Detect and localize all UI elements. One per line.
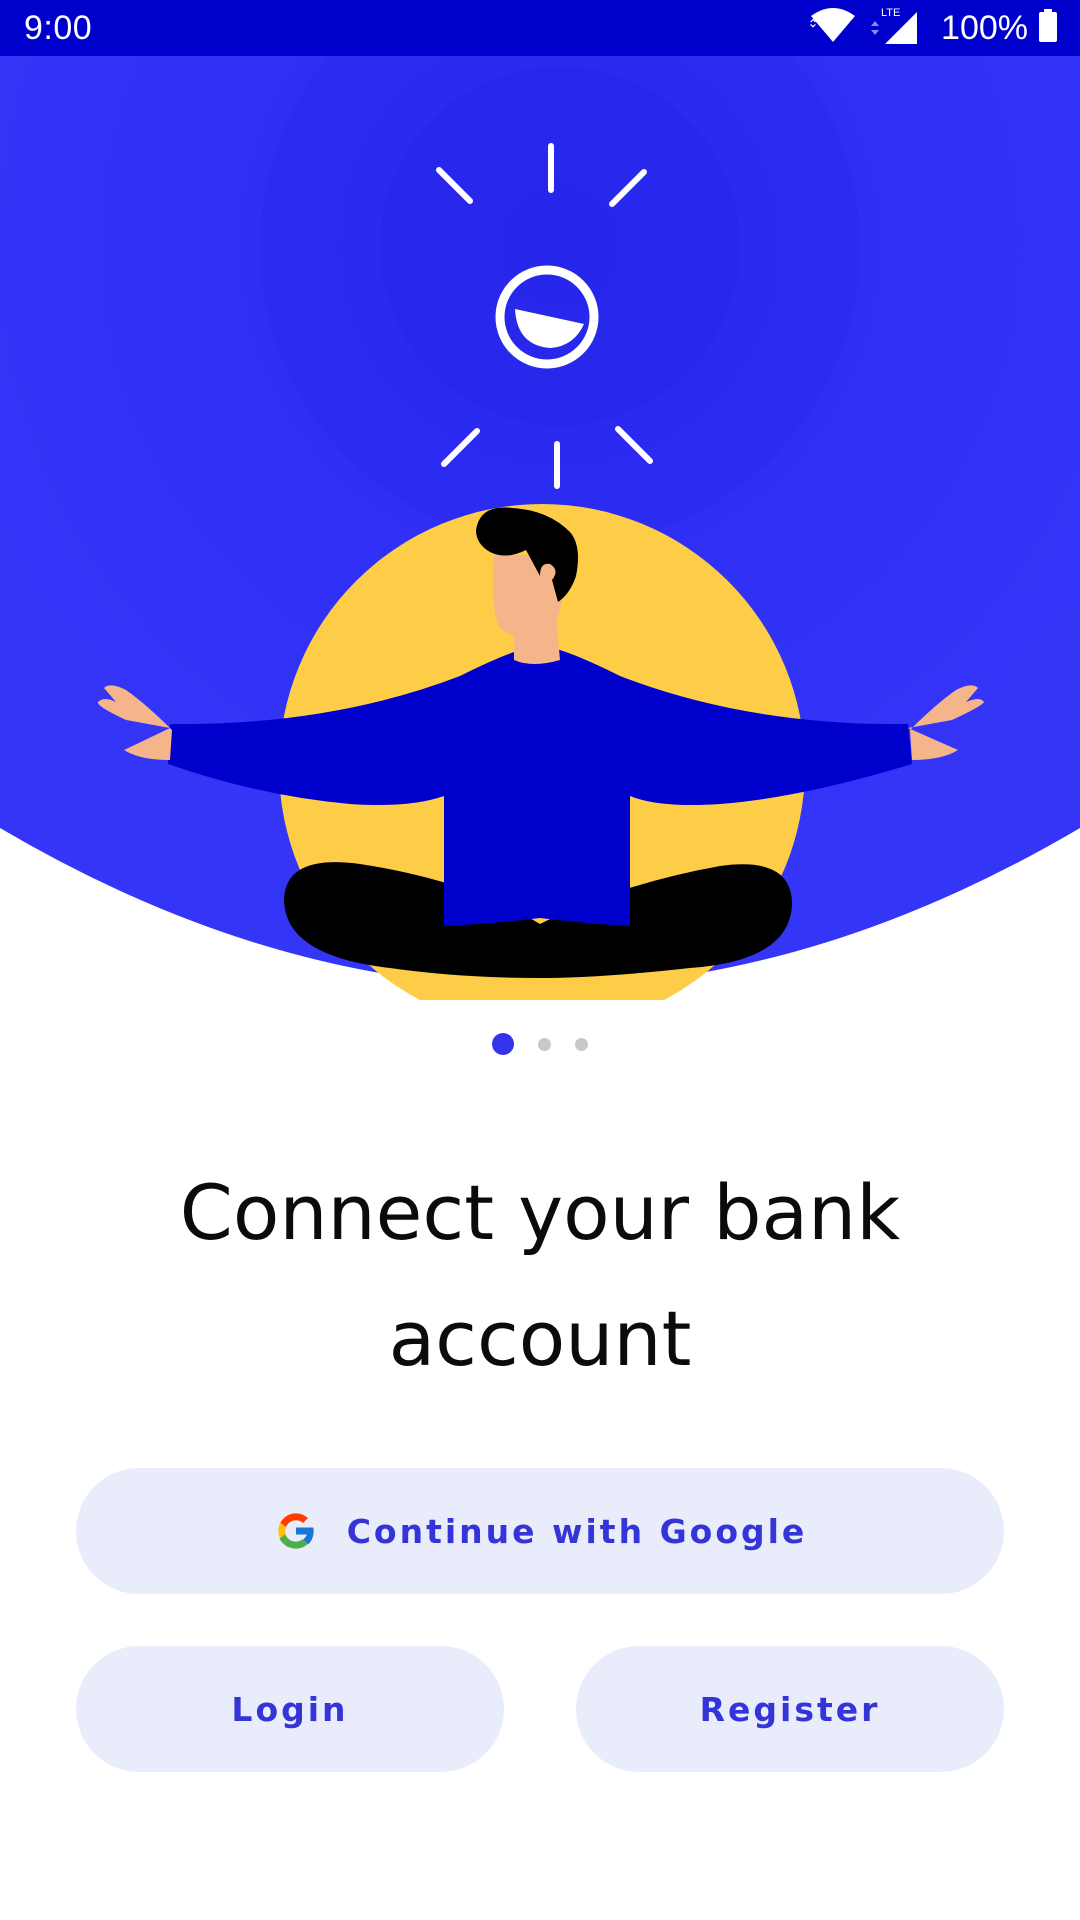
onboarding-screen: 9:00 LTE 100% Connect your bank account … xyxy=(0,0,1080,1920)
page-dot[interactable] xyxy=(538,1037,551,1051)
continue-with-google-button[interactable]: Continue with Google xyxy=(76,1468,1004,1594)
login-button-label: Login xyxy=(231,1689,349,1729)
wifi-icon xyxy=(809,6,857,50)
person-face xyxy=(492,554,562,637)
onboarding-headline: Connect your bank account xyxy=(179,1168,901,1383)
google-button-label: Continue with Google xyxy=(346,1511,808,1551)
page-indicator xyxy=(0,1032,1080,1056)
status-bar: 9:00 LTE 100% xyxy=(0,0,1080,56)
status-time: 9:00 xyxy=(24,8,93,47)
network-type-label: LTE xyxy=(881,7,900,19)
register-button-label: Register xyxy=(699,1689,881,1729)
page-dot-active[interactable] xyxy=(492,1033,514,1055)
battery-percent: 100% xyxy=(941,8,1028,47)
hero-illustration xyxy=(0,56,1080,1000)
page-dot[interactable] xyxy=(575,1037,588,1051)
signal-icon: LTE xyxy=(867,6,923,50)
battery-icon xyxy=(1038,9,1058,47)
google-icon xyxy=(273,1508,319,1554)
register-button[interactable]: Register xyxy=(576,1646,1004,1772)
status-icons: LTE 100% xyxy=(809,6,1058,50)
meditating-person-illustration xyxy=(0,56,1080,1000)
login-button[interactable]: Login xyxy=(76,1646,504,1772)
